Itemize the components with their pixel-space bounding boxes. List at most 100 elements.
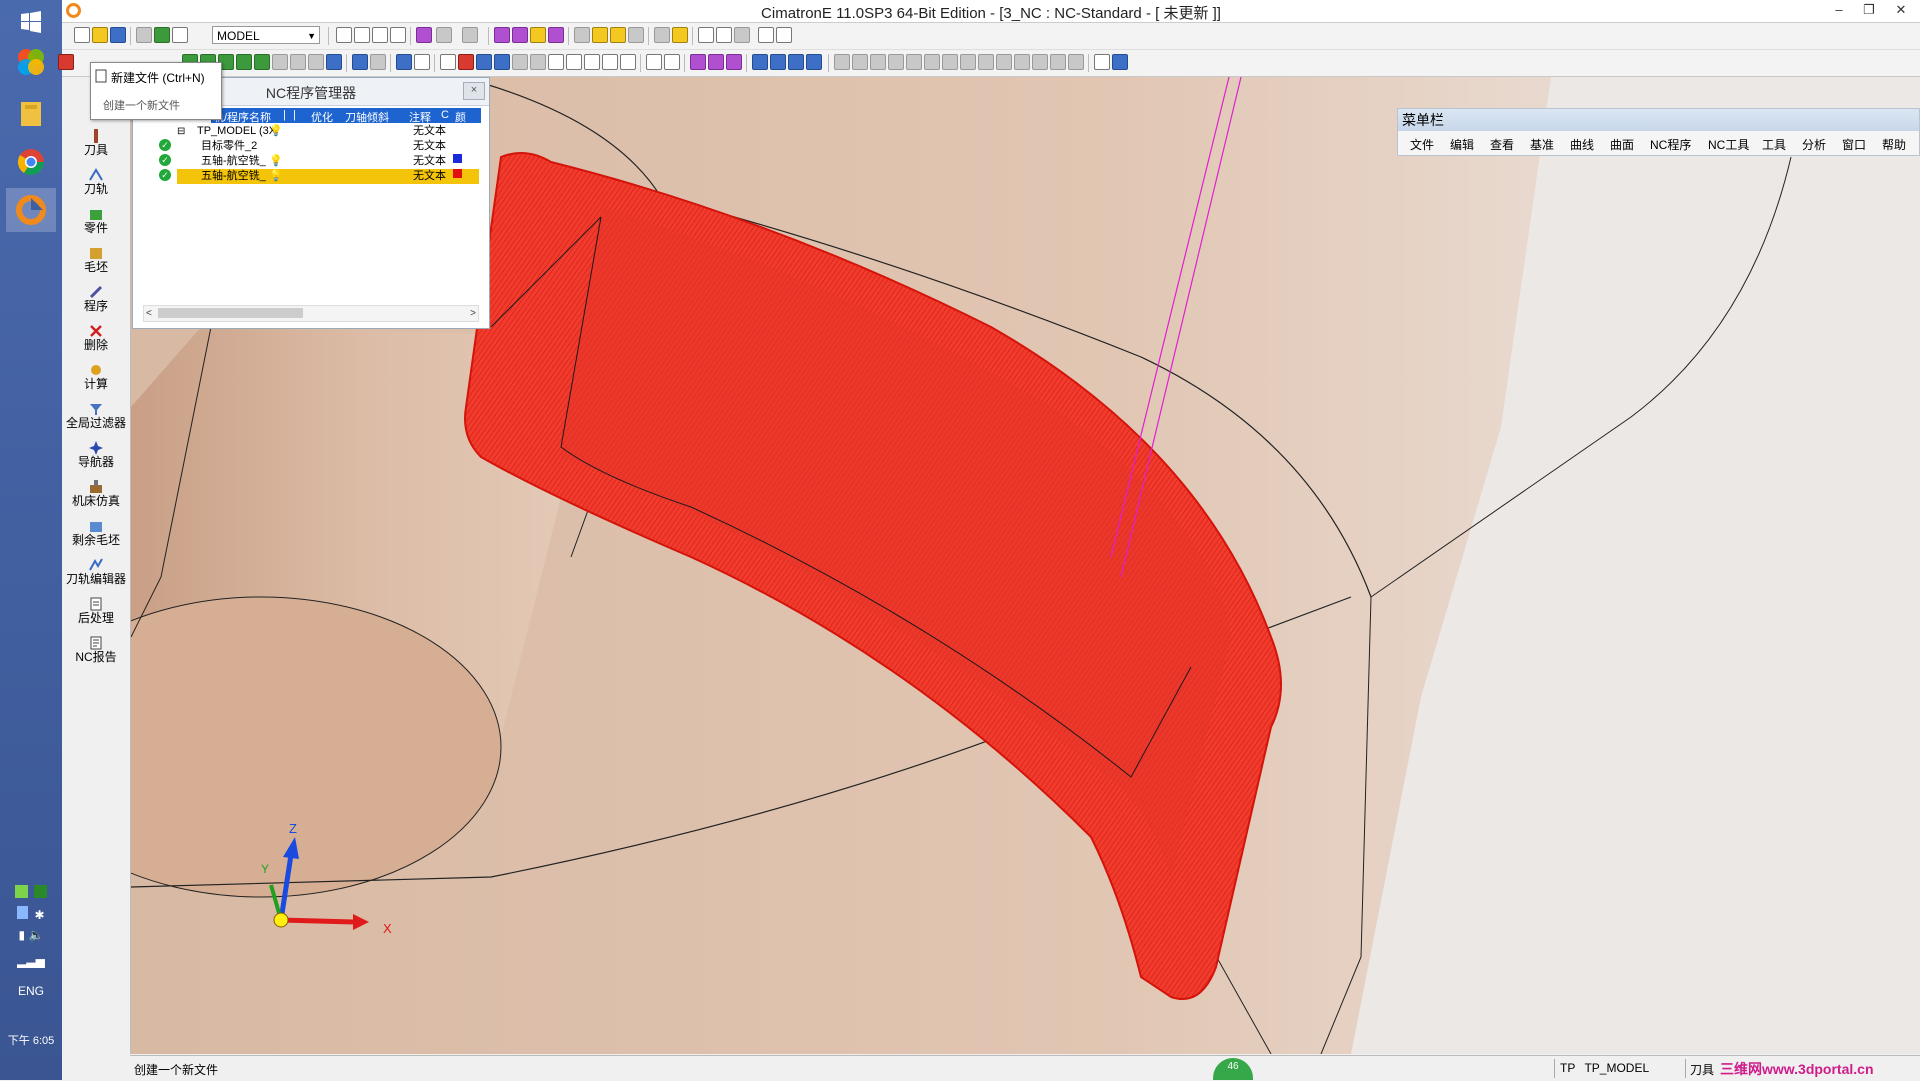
nc-op-26-icon[interactable] — [664, 54, 680, 70]
menu-help[interactable]: 帮助 — [1882, 136, 1906, 153]
grid-icon[interactable] — [716, 27, 732, 43]
column-comment[interactable]: 注释 — [409, 109, 431, 125]
toolcol-item-procedure[interactable]: 程序 — [62, 285, 130, 313]
model-set-icon[interactable] — [172, 27, 188, 43]
nc-op-32-icon[interactable] — [788, 54, 804, 70]
toolcol-item-navigator[interactable]: 导航器 — [62, 441, 130, 469]
hide-icon[interactable] — [574, 27, 590, 43]
nc-op-38-icon[interactable] — [906, 54, 922, 70]
layer-icon[interactable] — [154, 27, 170, 43]
view-iso-icon[interactable] — [530, 27, 546, 43]
toolcol-item-filter[interactable]: 全局过滤器 — [62, 402, 130, 430]
nc-op-42-icon[interactable] — [978, 54, 994, 70]
column-optimize[interactable]: 优化 — [311, 109, 333, 125]
show-icon[interactable] — [610, 27, 626, 43]
nc-op-4-icon[interactable] — [236, 54, 252, 70]
zoom-icon[interactable] — [372, 27, 388, 43]
nc-op-22-icon[interactable] — [584, 54, 600, 70]
nc-op-35-icon[interactable] — [852, 54, 868, 70]
tree-collapse-icon[interactable]: ⊟ — [177, 124, 185, 139]
windows-start-icon[interactable] — [6, 0, 56, 44]
toolcol-item-compute[interactable]: 计算 — [62, 363, 130, 391]
shading-icon[interactable] — [462, 27, 478, 43]
visibility-bulb-icon[interactable]: 💡 — [269, 124, 283, 139]
color-swatch[interactable] — [453, 154, 462, 163]
nc-manager-close-button[interactable]: × — [463, 82, 485, 100]
nc-op-28-icon[interactable] — [708, 54, 724, 70]
nc-op-39-icon[interactable] — [924, 54, 940, 70]
app-launcher-icon[interactable] — [6, 40, 56, 84]
menu-bar-title[interactable]: 菜单栏 — [1398, 109, 1919, 131]
toolcol-item-post-process[interactable]: 后处理 — [62, 597, 130, 625]
zoom-window-icon[interactable] — [354, 27, 370, 43]
nc-op-46-icon[interactable] — [1050, 54, 1066, 70]
menu-curve[interactable]: 曲线 — [1570, 136, 1594, 153]
nc-op-5-icon[interactable] — [254, 54, 270, 70]
menu-nc-tools[interactable]: NC工具 — [1708, 136, 1749, 153]
nc-op-29-icon[interactable] — [726, 54, 742, 70]
render-mode-icon[interactable] — [436, 27, 452, 43]
menu-file[interactable]: 文件 — [1410, 136, 1434, 153]
view-side-icon[interactable] — [512, 27, 528, 43]
nc-op-16-icon[interactable] — [476, 54, 492, 70]
model-select[interactable]: MODEL ▼ — [212, 26, 320, 44]
restore-button[interactable]: ❐ — [1854, 0, 1884, 22]
nc-op-30-icon[interactable] — [752, 54, 768, 70]
nc-manager-scrollbar[interactable]: < > — [143, 305, 479, 322]
toolcol-item-toolpath-editor[interactable]: 刀轨编辑器 — [62, 558, 130, 586]
network-icon[interactable] — [698, 27, 714, 43]
nc-op-47-icon[interactable] — [1068, 54, 1084, 70]
nc-op-25-icon[interactable] — [646, 54, 662, 70]
color-swatch[interactable] — [453, 169, 462, 178]
nc-op-36-icon[interactable] — [870, 54, 886, 70]
toolcol-item-delete[interactable]: 删除 — [62, 324, 130, 352]
nc-op-43-icon[interactable] — [996, 54, 1012, 70]
nc-tree-row[interactable]: ✓ 目标零件_2 无文本 — [141, 139, 479, 154]
open-file-icon[interactable] — [92, 27, 108, 43]
nc-op-13-icon[interactable] — [414, 54, 430, 70]
nc-tree-row[interactable]: ✓ 五轴-航空铣_ 💡 无文本 — [141, 154, 479, 169]
tray-language[interactable]: ENG — [0, 984, 62, 998]
scroll-left-icon[interactable]: < — [146, 306, 152, 321]
menu-edit[interactable]: 编辑 — [1450, 136, 1474, 153]
menu-datum[interactable]: 基准 — [1530, 136, 1554, 153]
nc-op-37-icon[interactable] — [888, 54, 904, 70]
save-icon[interactable] — [110, 27, 126, 43]
view-top-icon[interactable] — [548, 27, 564, 43]
nc-op-27-icon[interactable] — [690, 54, 706, 70]
file-explorer-icon[interactable] — [6, 92, 56, 136]
minimize-button[interactable]: – — [1824, 0, 1854, 22]
nc-op-8-icon[interactable] — [308, 54, 324, 70]
tray-volume-icon[interactable]: ▮ 🔈 — [0, 928, 62, 942]
nc-op-18-icon[interactable] — [512, 54, 528, 70]
new-file-button-icon[interactable] — [58, 54, 74, 70]
toolcol-item-stock[interactable]: 毛坯 — [62, 246, 130, 274]
nc-op-41-icon[interactable] — [960, 54, 976, 70]
nc-op-49-icon[interactable] — [1112, 54, 1128, 70]
nc-op-21-icon[interactable] — [566, 54, 582, 70]
forward-arrow-icon[interactable] — [672, 27, 688, 43]
zoom-all-icon[interactable] — [336, 27, 352, 43]
nc-op-6-icon[interactable] — [272, 54, 288, 70]
nc-op-48-icon[interactable] — [1094, 54, 1110, 70]
nc-op-17-icon[interactable] — [494, 54, 510, 70]
snap-icon[interactable] — [734, 27, 750, 43]
light-icon[interactable] — [592, 27, 608, 43]
nc-op-7-icon[interactable] — [290, 54, 306, 70]
nc-tree-row-selected[interactable]: ✓ 五轴-航空铣_ 💡 无文本 — [141, 169, 479, 184]
print-icon[interactable] — [136, 27, 152, 43]
menu-tools[interactable]: 工具 — [1762, 136, 1786, 153]
nc-op-33-icon[interactable] — [806, 54, 822, 70]
nc-op-11-icon[interactable] — [370, 54, 386, 70]
back-arrow-icon[interactable] — [654, 27, 670, 43]
view-cube-icon[interactable] — [416, 27, 432, 43]
visibility-bulb-icon[interactable]: 💡 — [269, 154, 283, 169]
nc-op-15-icon[interactable] — [458, 54, 474, 70]
cimatron-taskbar-icon[interactable] — [6, 188, 56, 232]
nc-op-12-icon[interactable] — [396, 54, 412, 70]
column-c[interactable]: C — [441, 109, 449, 121]
view-front-icon[interactable] — [494, 27, 510, 43]
menu-surface[interactable]: 曲面 — [1610, 136, 1634, 153]
menu-analysis[interactable]: 分析 — [1802, 136, 1826, 153]
close-button[interactable]: ✕ — [1886, 0, 1916, 22]
